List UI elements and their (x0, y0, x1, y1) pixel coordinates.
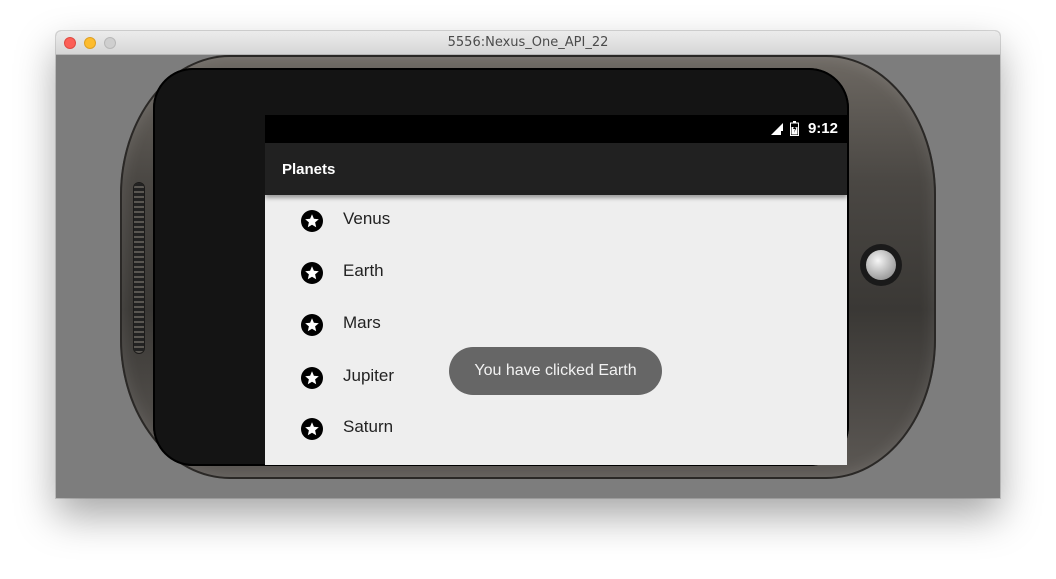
list-item-venus[interactable]: Venus (265, 195, 847, 247)
star-icon (301, 367, 323, 389)
status-time: 9:12 (807, 120, 838, 137)
star-icon (301, 262, 323, 284)
list-item-label: Jupiter (343, 366, 395, 385)
list-item-mars[interactable]: Mars (265, 299, 847, 351)
list-item-saturn[interactable]: Saturn (265, 403, 847, 455)
list-item-label: Saturn (343, 417, 394, 436)
device-screen: 9:12 Planets Venus Earth Mars Jupiter Sa… (265, 115, 847, 465)
signal-icon (771, 123, 783, 135)
trackball-ball[interactable] (866, 250, 896, 280)
phone-body: 9:12 Planets Venus Earth Mars Jupiter Sa… (120, 55, 936, 479)
side-volume-rocker[interactable] (134, 183, 144, 353)
list-item-label: Mars (343, 313, 381, 332)
star-icon (301, 314, 323, 336)
list-item-label: Venus (343, 209, 391, 228)
list-item-label: Earth (343, 261, 384, 280)
trackball[interactable] (860, 244, 902, 286)
list-item-earth[interactable]: Earth (265, 247, 847, 299)
window-titlebar[interactable]: 5556:Nexus_One_API_22 (56, 31, 1000, 55)
planet-list[interactable]: Venus Earth Mars Jupiter Saturn (265, 195, 847, 465)
action-bar: Planets (265, 143, 847, 195)
toast-message: You have clicked Earth (449, 347, 662, 395)
star-icon (301, 210, 323, 232)
battery-icon (790, 121, 799, 136)
star-icon (301, 418, 323, 440)
app-title: Planets (282, 161, 336, 178)
window-title: 5556:Nexus_One_API_22 (447, 35, 609, 50)
status-bar: 9:12 (265, 115, 847, 143)
emulator-window: 5556:Nexus_One_API_22 9:12 Planets Venus… (56, 31, 1000, 498)
